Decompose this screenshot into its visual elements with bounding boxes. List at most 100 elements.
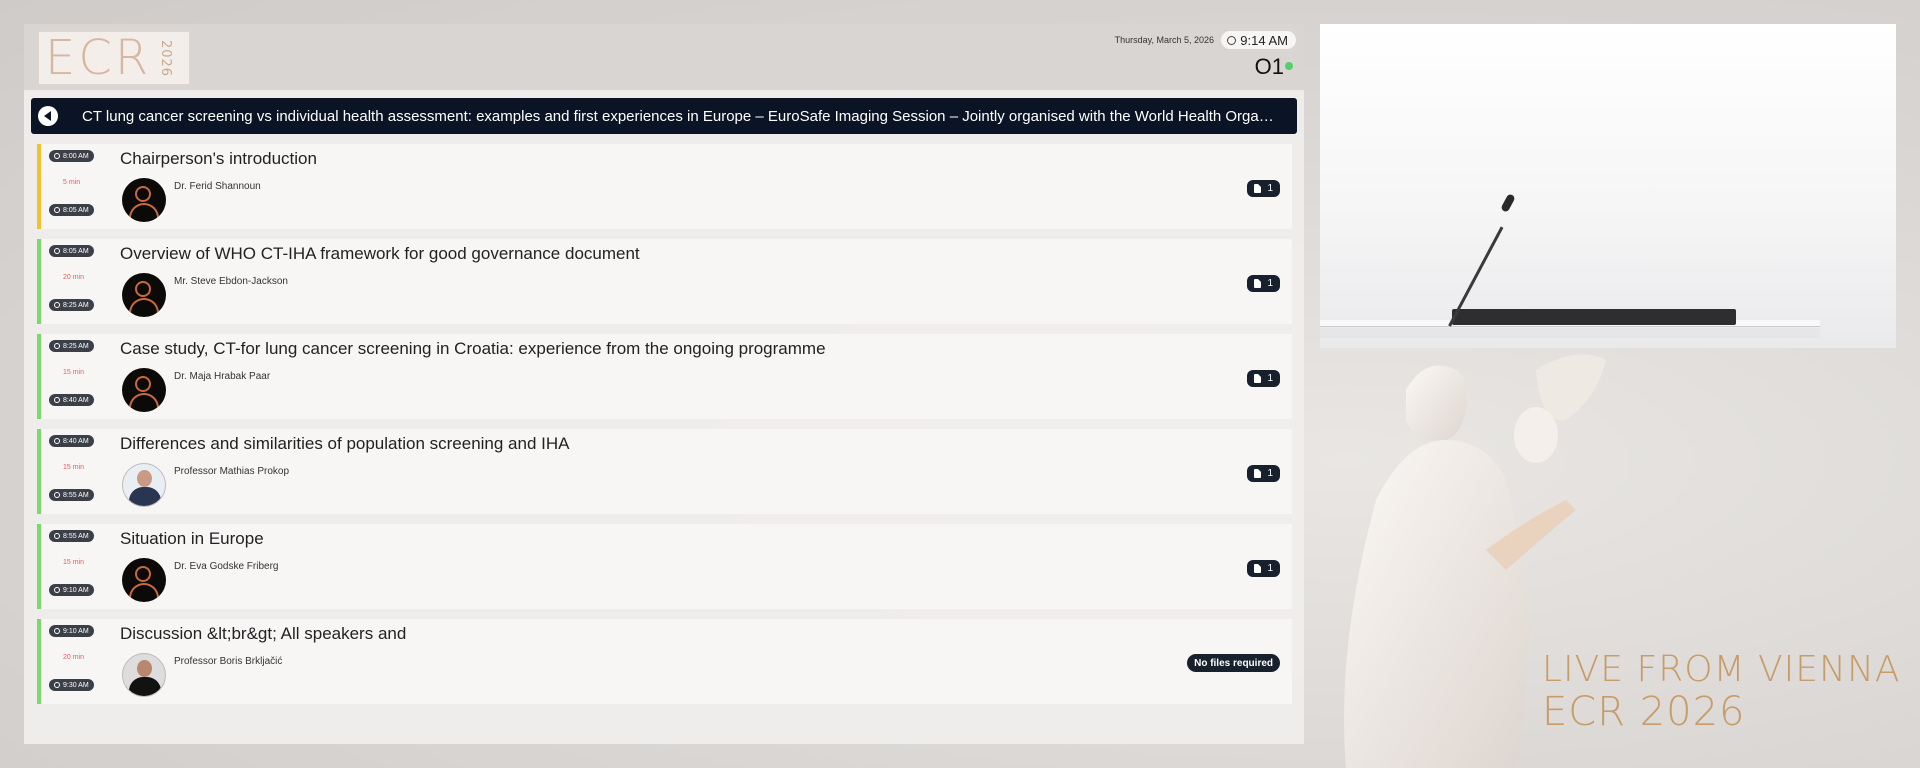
file-count: 1 <box>1267 278 1273 289</box>
end-time-badge: 9:10 AM <box>49 584 94 596</box>
end-time-badge: 8:55 AM <box>49 489 94 501</box>
end-time: 9:30 AM <box>63 681 89 689</box>
speaker-name: Dr. Eva Godske Friberg <box>174 561 279 572</box>
end-time: 8:05 AM <box>63 206 89 214</box>
clock-icon <box>54 248 60 254</box>
start-time: 8:40 AM <box>63 437 89 445</box>
speaker-name: Professor Boris Brkljačić <box>174 656 283 667</box>
speaker-name: Mr. Steve Ebdon-Jackson <box>174 276 288 287</box>
ecr-logo: ECR 2026 <box>38 31 190 85</box>
end-time: 8:40 AM <box>63 396 89 404</box>
clock-icon <box>54 438 60 444</box>
start-time: 8:55 AM <box>63 532 89 540</box>
clock-icon <box>54 587 60 593</box>
files-button[interactable]: 1 <box>1247 465 1280 482</box>
clock-icon <box>54 302 60 308</box>
speaker-avatar-icon <box>122 273 166 317</box>
talk-title: Situation in Europe <box>120 529 264 548</box>
start-time: 8:05 AM <box>63 247 89 255</box>
document-icon <box>1254 184 1262 193</box>
duration: 15 min <box>63 369 85 376</box>
speaker-name: Dr. Ferid Shannoun <box>174 181 261 192</box>
files-button[interactable]: 1 <box>1247 180 1280 197</box>
speaker-photo <box>122 653 166 697</box>
duration: 5 min <box>63 179 81 186</box>
end-time: 8:55 AM <box>63 491 89 499</box>
duration: 15 min <box>63 464 85 471</box>
laptop <box>1452 309 1736 325</box>
session-title: CT lung cancer screening vs individual h… <box>82 107 1277 125</box>
document-icon <box>1254 374 1262 383</box>
talk-title: Case study, CT-for lung cancer screening… <box>120 339 826 358</box>
start-time: 8:25 AM <box>63 342 89 350</box>
end-time-badge: 8:40 AM <box>49 394 94 406</box>
start-time: 9:10 AM <box>63 627 89 635</box>
ecr-2026-text: ECR 2026 <box>1542 689 1746 735</box>
end-time: 8:25 AM <box>63 301 89 309</box>
end-time-badge: 8:25 AM <box>49 299 94 311</box>
start-time-badge: 8:05 AM <box>49 245 94 257</box>
start-time-badge: 9:10 AM <box>49 625 94 637</box>
start-time: 8:00 AM <box>63 152 89 160</box>
clock-icon <box>54 207 60 213</box>
file-count: 1 <box>1267 373 1273 384</box>
logo-text: ECR <box>45 30 152 86</box>
start-time-badge: 8:00 AM <box>49 150 94 162</box>
talk-row[interactable]: 8:40 AM 15 min 8:55 AM Differences and s… <box>37 429 1292 514</box>
document-icon <box>1254 279 1262 288</box>
live-video-feed <box>1320 24 1896 348</box>
clock-icon <box>54 343 60 349</box>
talk-row[interactable]: 8:55 AM 15 min 9:10 AM Situation in Euro… <box>37 524 1292 609</box>
talk-title: Differences and similarities of populati… <box>120 434 570 453</box>
clock-icon <box>1227 35 1237 45</box>
duration: 20 min <box>63 654 85 661</box>
speaker-avatar-icon <box>122 178 166 222</box>
current-date: Thursday, March 5, 2026 <box>1114 35 1214 45</box>
current-time: 9:14 AM <box>1221 31 1296 49</box>
end-time: 9:10 AM <box>63 586 89 594</box>
talk-row[interactable]: 8:00 AM 5 min 8:05 AM Chairperson's intr… <box>37 144 1292 229</box>
no-files-badge: No files required <box>1187 654 1280 672</box>
live-status-dot <box>1285 62 1293 70</box>
speaker-photo <box>122 463 166 507</box>
start-time-badge: 8:25 AM <box>49 340 94 352</box>
end-time-badge: 8:05 AM <box>49 204 94 216</box>
files-button[interactable]: 1 <box>1247 370 1280 387</box>
duration: 15 min <box>63 559 85 566</box>
clock-icon <box>54 533 60 539</box>
file-count: 1 <box>1267 563 1273 574</box>
start-time-badge: 8:40 AM <box>49 435 94 447</box>
files-button[interactable]: 1 <box>1247 560 1280 577</box>
start-time-badge: 8:55 AM <box>49 530 94 542</box>
speaker-avatar-icon <box>122 558 166 602</box>
talk-title: Chairperson's introduction <box>120 149 317 168</box>
talk-row[interactable]: 9:10 AM 20 min 9:30 AM Discussion &lt;br… <box>37 619 1292 704</box>
clock-icon <box>54 682 60 688</box>
room-label: O1 <box>1254 54 1284 79</box>
back-arrow-icon <box>43 111 51 121</box>
session-title-bar: CT lung cancer screening vs individual h… <box>31 98 1297 134</box>
document-icon <box>1254 564 1262 573</box>
talk-title: Discussion &lt;br&gt; All speakers and <box>120 624 407 643</box>
talk-row[interactable]: 8:05 AM 20 min 8:25 AM Overview of WHO C… <box>37 239 1292 324</box>
speaker-name: Professor Mathias Prokop <box>174 466 290 477</box>
time-text: 9:14 AM <box>1240 32 1288 48</box>
talk-list: 8:00 AM 5 min 8:05 AM Chairperson's intr… <box>37 144 1292 714</box>
clock-icon <box>54 492 60 498</box>
live-from-vienna-text: LIVE FROM VIENNA <box>1542 649 1901 690</box>
clock-icon <box>54 628 60 634</box>
files-button[interactable]: 1 <box>1247 275 1280 292</box>
speaker-avatar-icon <box>122 368 166 412</box>
clock-icon <box>54 397 60 403</box>
talk-row[interactable]: 8:25 AM 15 min 8:40 AM Case study, CT-fo… <box>37 334 1292 419</box>
clock-icon <box>54 153 60 159</box>
speaker-name: Dr. Maja Hrabak Paar <box>174 371 271 382</box>
end-time-badge: 9:30 AM <box>49 679 94 691</box>
file-count: 1 <box>1267 183 1273 194</box>
top-bar: ECR 2026 Thursday, March 5, 2026 9:14 AM… <box>24 24 1304 90</box>
logo-year: 2026 <box>158 39 174 77</box>
schedule-panel: ECR 2026 Thursday, March 5, 2026 9:14 AM… <box>24 24 1304 744</box>
file-count: 1 <box>1267 468 1273 479</box>
back-button[interactable] <box>38 106 58 126</box>
talk-title: Overview of WHO CT-IHA framework for goo… <box>120 244 640 263</box>
